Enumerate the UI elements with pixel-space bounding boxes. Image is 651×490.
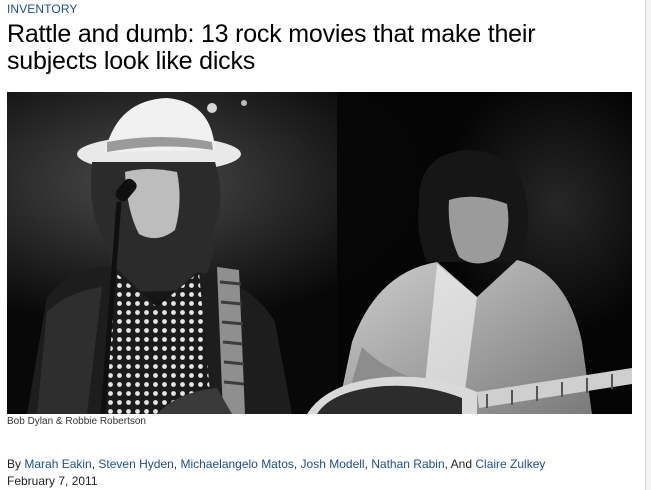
publish-date: February 7, 2011	[7, 474, 98, 488]
photo-caption: Bob Dylan & Robbie Robertson	[7, 416, 146, 427]
headline-line-1: Rattle and dumb: 13 rock movies that mak…	[7, 20, 536, 48]
author-link[interactable]: Michaelangelo Matos	[180, 457, 293, 471]
author-link[interactable]: Nathan Rabin	[371, 457, 444, 471]
author-link[interactable]: Marah Eakin	[24, 457, 91, 471]
author-link[interactable]: Steven Hyden	[98, 457, 173, 471]
section-link[interactable]: INVENTORY	[7, 2, 77, 16]
article-headline: Rattle and dumb: 13 rock movies that mak…	[7, 21, 607, 75]
byline: By Marah Eakin, Steven Hyden, Michaelang…	[7, 457, 546, 471]
article-page: INVENTORY Rattle and dumb: 13 rock movie…	[0, 0, 645, 490]
stage-light	[207, 103, 217, 113]
author-link[interactable]: Josh Modell	[301, 457, 365, 471]
scrollbar-edge[interactable]	[645, 0, 651, 490]
article-photo	[7, 92, 632, 414]
author-link[interactable]: Claire Zulkey	[475, 457, 545, 471]
byline-conjunction: And	[450, 457, 473, 471]
byline-prefix: By	[7, 457, 22, 471]
headline-line-2: subjects look like dicks	[7, 47, 256, 75]
